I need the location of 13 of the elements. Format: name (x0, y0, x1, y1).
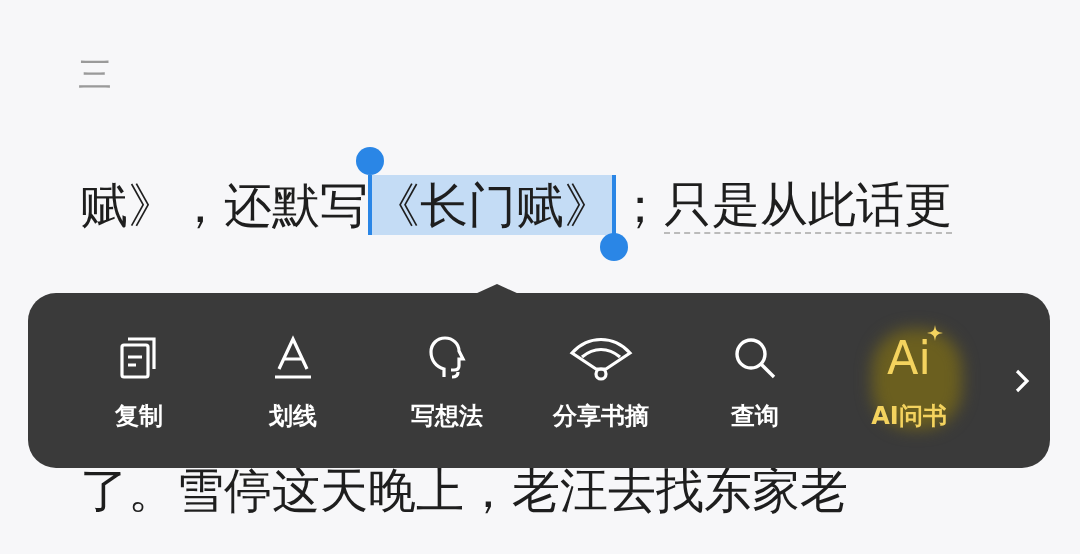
chapter-heading: 三 (78, 54, 112, 94)
body-text: 赋》，还默写 (80, 175, 368, 235)
menu-item[interactable]: 划线 (216, 310, 370, 451)
menu-item[interactable]: 写想法 (370, 310, 524, 451)
ai-icon: Ai (886, 332, 932, 383)
menu-item[interactable]: 查询 (678, 310, 832, 451)
menu-item[interactable]: 分享书摘 (524, 310, 678, 451)
underlined-text[interactable]: 只是从此话更 (664, 175, 952, 234)
body-text: 了。雪停这天晚上，老汪去找东家老 (80, 460, 848, 520)
selected-text[interactable]: 《长门赋》 (368, 174, 616, 235)
menu-item[interactable]: Ai AI问书 (832, 310, 986, 451)
menu-item[interactable]: 复制 (62, 310, 216, 451)
body-text: ； (616, 175, 664, 235)
